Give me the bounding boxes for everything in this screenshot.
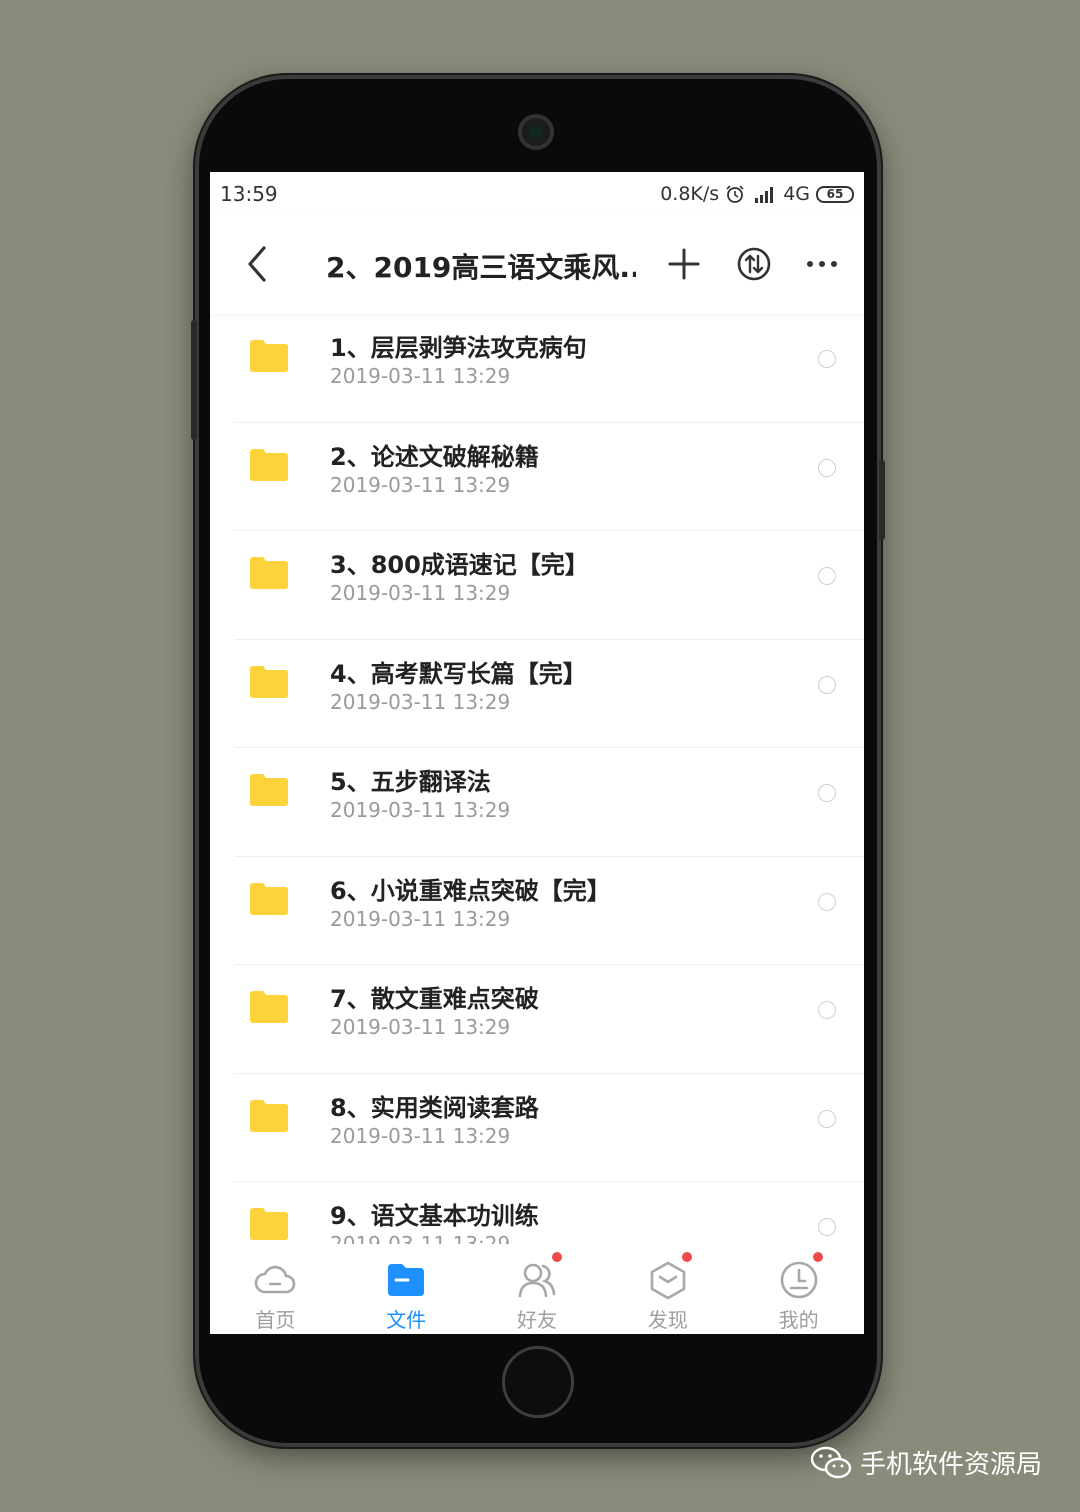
notification-badge: [813, 1252, 824, 1262]
discover-icon: [650, 1261, 686, 1300]
folder-icon: [250, 340, 288, 372]
sort-icon[interactable]: [734, 244, 774, 284]
status-bar: 13:59 0.8K/s 4G 65: [210, 172, 864, 216]
folder-icon: [250, 1099, 288, 1132]
select-radio[interactable]: [818, 350, 836, 368]
notification-badge: [551, 1252, 562, 1262]
tab-friends[interactable]: 好友: [472, 1244, 603, 1334]
alarm-icon: [726, 185, 744, 203]
item-name: 5、五步翻译法: [330, 768, 491, 796]
list-item[interactable]: 7、散文重难点突破 2019-03-11 13:29: [210, 965, 864, 1074]
top-app-bar: 2、2019高三语文乘风...: [210, 216, 864, 314]
list-item[interactable]: 4、高考默写长篇【完】 2019-03-11 13:29: [210, 640, 864, 748]
list-item[interactable]: 3、800成语速记【完】 2019-03-11 13:29: [210, 531, 864, 640]
folder-icon: [250, 1208, 288, 1240]
tab-label: 文件: [386, 1308, 427, 1332]
tab-discover[interactable]: 发现: [602, 1244, 733, 1334]
tab-label: 首页: [255, 1308, 296, 1332]
watermark-text: 手机软件资源局: [860, 1450, 1043, 1480]
bottom-tab-bar: 首页 文件 好友 发现 我的: [210, 1244, 864, 1334]
volume-button: [191, 320, 197, 440]
status-time: 13:59: [220, 182, 278, 206]
list-item[interactable]: 5、五步翻译法 2019-03-11 13:29: [210, 748, 864, 857]
add-icon[interactable]: [664, 244, 704, 284]
item-name: 9、语文基本功训练: [330, 1202, 539, 1230]
select-radio[interactable]: [818, 1109, 836, 1128]
watermark: 手机软件资源局: [810, 1444, 1042, 1481]
select-radio[interactable]: [818, 567, 836, 585]
item-date: 2019-03-11 13:29: [330, 1123, 511, 1148]
item-date: 2019-03-11 13:29: [330, 581, 511, 605]
network-speed: 0.8K/s: [660, 183, 720, 205]
folder-icon: [250, 882, 288, 915]
item-name: 2、论述文破解秘籍: [330, 442, 539, 471]
item-date: 2019-03-11 13:29: [330, 364, 511, 388]
cloud-icon: [255, 1265, 296, 1294]
item-date: 2019-03-11 13:29: [330, 1015, 511, 1039]
item-date: 2019-03-11 13:29: [330, 689, 511, 714]
select-radio[interactable]: [818, 675, 836, 694]
item-date: 2019-03-11 13:29: [330, 798, 511, 822]
list-item[interactable]: 8、实用类阅读套路 2019-03-11 13:29: [210, 1074, 864, 1182]
item-name: 3、800成语速记【完】: [330, 551, 589, 579]
status-icons: 0.8K/s 4G 65: [660, 183, 854, 205]
file-list: 1、层层剥笋法攻克病句 2019-03-11 13:29 2、论述文破解秘籍 2019…: [210, 314, 864, 1291]
folder-icon: [250, 557, 288, 589]
front-camera: [518, 114, 554, 150]
select-radio[interactable]: [818, 1001, 836, 1019]
network-type: 4G: [783, 183, 810, 205]
folder-icon: [250, 665, 288, 698]
list-item[interactable]: 1、层层剥笋法攻克病句 2019-03-11 13:29: [210, 314, 864, 423]
item-name: 4、高考默写长篇【完】: [330, 659, 587, 688]
page-title: 2、2019高三语文乘风...: [326, 251, 636, 284]
list-item[interactable]: 6、小说重难点突破【完】 2019-03-11 13:29: [210, 857, 864, 965]
tab-label: 发现: [647, 1308, 688, 1332]
select-radio[interactable]: [818, 784, 836, 802]
battery-icon: 65: [816, 185, 854, 203]
friends-icon: [518, 1263, 556, 1298]
back-icon[interactable]: [240, 244, 276, 284]
more-icon[interactable]: [802, 244, 842, 284]
select-radio[interactable]: [818, 892, 836, 911]
list-item[interactable]: 2、论述文破解秘籍 2019-03-11 13:29: [210, 423, 864, 531]
folder-icon: [250, 991, 288, 1023]
signal-icon: [755, 187, 774, 203]
folder-icon: [250, 448, 288, 481]
tab-label: 我的: [778, 1308, 819, 1332]
select-radio[interactable]: [818, 1218, 836, 1236]
tab-home[interactable]: 首页: [210, 1244, 341, 1334]
item-name: 8、实用类阅读套路: [330, 1093, 539, 1122]
item-date: 2019-03-11 13:29: [330, 472, 511, 497]
tab-profile[interactable]: 我的: [733, 1244, 864, 1334]
home-button[interactable]: [502, 1346, 574, 1418]
item-date: 2019-03-11 13:29: [330, 906, 511, 931]
app-screen: 13:59 0.8K/s 4G 65 2、2019高三语文乘风... 1、层层剥…: [210, 172, 864, 1334]
item-name: 6、小说重难点突破【完】: [330, 876, 611, 905]
wechat-icon: [810, 1446, 852, 1478]
item-name: 1、层层剥笋法攻克病句: [330, 334, 587, 362]
folder-icon: [250, 774, 288, 806]
tab-label: 好友: [516, 1308, 557, 1332]
folder-icon: [388, 1264, 425, 1296]
notification-badge: [682, 1252, 693, 1262]
profile-icon: [780, 1261, 817, 1299]
tab-files[interactable]: 文件: [341, 1244, 472, 1334]
item-name: 7、散文重难点突破: [330, 985, 539, 1013]
power-button: [879, 460, 885, 540]
select-radio[interactable]: [818, 458, 836, 477]
